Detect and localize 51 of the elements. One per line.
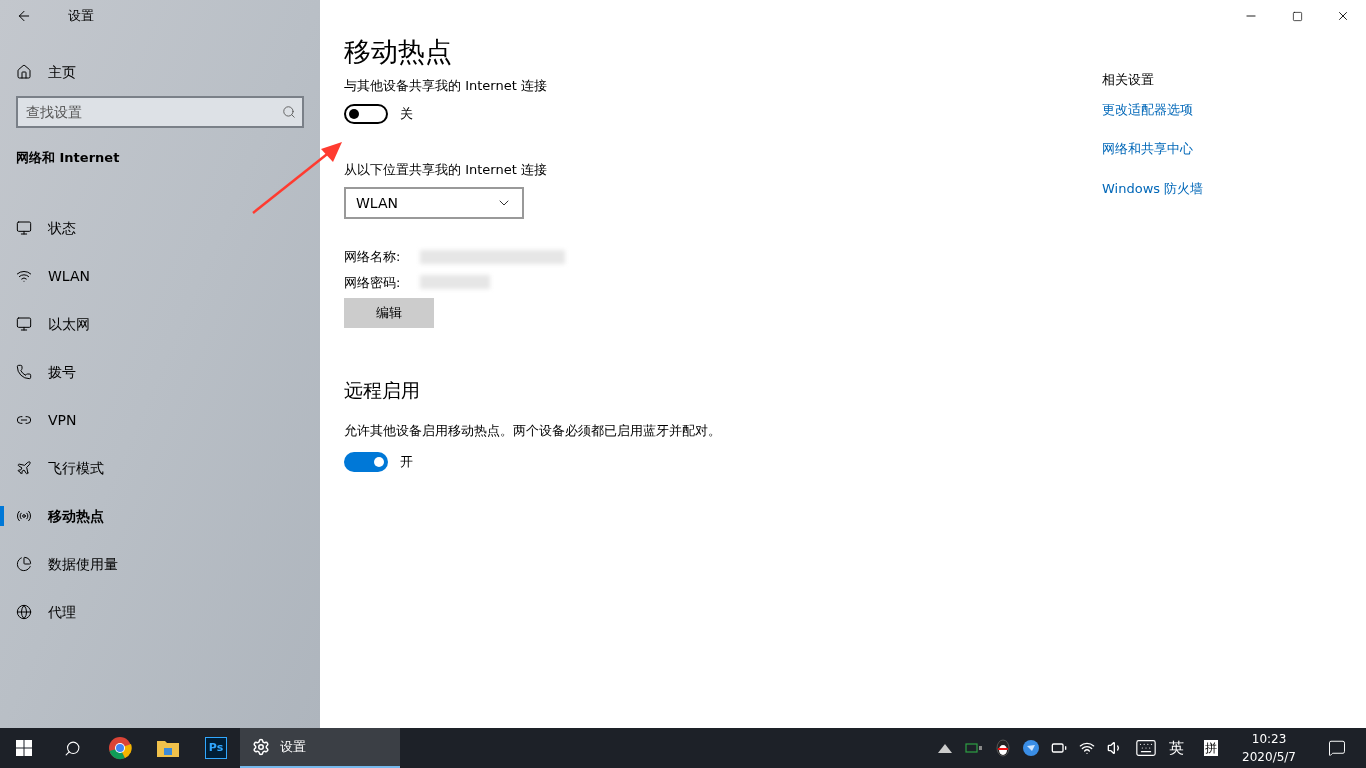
sidebar-item[interactable]: WLAN [0,265,106,286]
window-title: 设置 [68,7,94,26]
section-heading: 远程启用 [344,378,420,403]
tray-screen-icon [965,742,984,754]
sidebar-item[interactable]: 移动热点 [0,505,120,526]
dropdown[interactable]: WLAN [344,187,524,219]
monitor-icon [16,315,32,332]
battery-icon[interactable] [1051,740,1068,756]
pie-chart-icon [16,555,32,572]
gear-icon [252,738,270,756]
notification-icon[interactable] [1328,739,1346,757]
globe-icon [16,603,32,620]
section-heading: 网络和 Internet [15,149,121,167]
input-mode-indicator[interactable]: 英 [1169,736,1185,760]
toggle-switch[interactable] [344,452,388,472]
sidebar-item[interactable]: 拨号 [0,361,92,382]
search-icon [282,105,296,119]
setting-description: 允许其他设备启用移动热点。两个设备必须都已启用蓝牙并配对。 [344,421,721,440]
penguin-icon [995,739,1012,757]
setting-label: 从以下位置共享我的 Internet 连接 [344,160,547,179]
keyboard-icon[interactable] [1135,737,1158,759]
ime-indicator[interactable]: 拼 [1204,740,1219,756]
phone-icon [16,363,32,380]
field-label: 网络密码: [344,273,401,292]
related-link[interactable]: Windows 防火墙 [1102,178,1204,198]
windows-logo-icon[interactable] [16,740,32,756]
sidebar-item[interactable]: 状态 [0,217,92,238]
setting-label: 与其他设备共享我的 Internet 连接 [344,77,547,95]
page-title: 移动热点 [344,35,452,69]
back-icon[interactable] [16,8,32,24]
toggle-switch[interactable] [344,103,388,124]
field-label: 网络名称: [344,248,401,266]
clock[interactable]: 10:23 2020/5/7 [1230,730,1308,766]
sidebar-item[interactable]: 飞行模式 [0,457,120,478]
blurred-value [420,275,491,290]
toggle-state-label: 关 [400,104,413,123]
search-field[interactable]: 查找设置 [16,96,304,128]
sidebar-item[interactable]: 以太网 [0,313,106,334]
sidebar-item[interactable]: 代理 [0,601,92,622]
home-icon [16,64,32,80]
related-heading: 相关设置 [1102,71,1154,89]
sidebar-item[interactable]: 数据使用量 [0,553,134,574]
airplane-icon [16,459,32,476]
wifi-icon[interactable] [1079,740,1096,756]
toggle-state-label: 开 [400,453,413,472]
sidebar-item[interactable]: VPN [0,409,93,430]
related-link[interactable]: 网络和共享中心 [1102,139,1193,159]
related-link[interactable]: 更改适配器选项 [1102,99,1193,119]
home-link[interactable]: 主页 [0,56,320,88]
edit-button[interactable]: 编辑 [344,298,434,328]
taskbar-app[interactable]: 设置 [240,728,400,768]
